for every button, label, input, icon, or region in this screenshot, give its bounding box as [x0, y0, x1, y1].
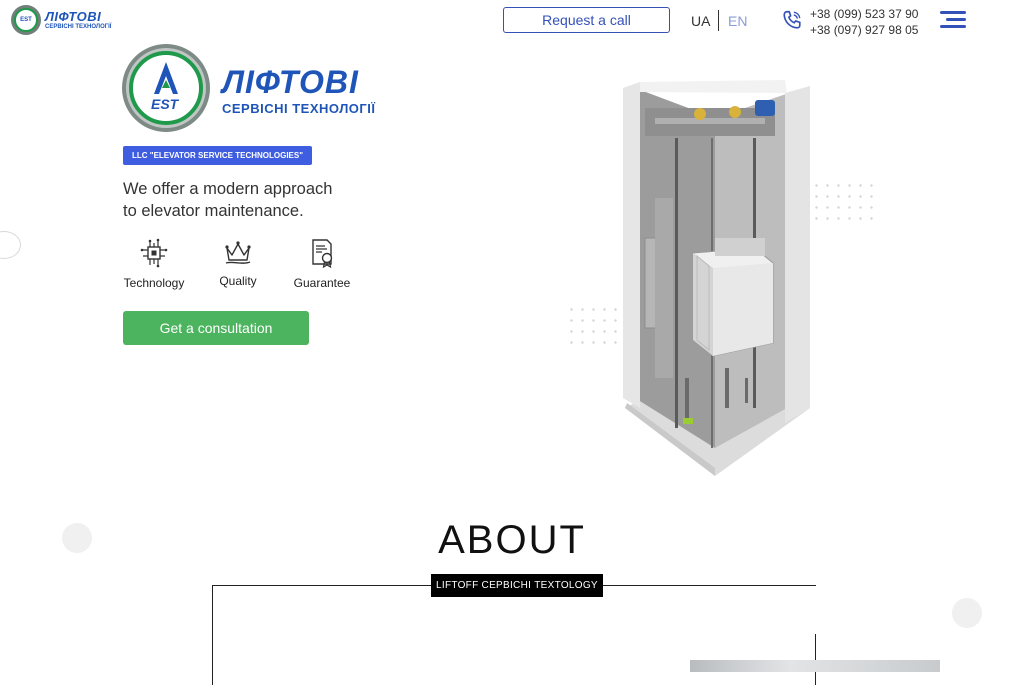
request-call-button[interactable]: Request a call [503, 7, 670, 33]
certificate-icon [312, 239, 333, 268]
lang-en-link[interactable]: EN [728, 13, 747, 29]
feature-quality: Quality [198, 238, 278, 288]
hero-logo-title: ЛІФТОВІ [222, 64, 359, 100]
crown-icon [225, 241, 251, 264]
decorative-circle [0, 231, 21, 259]
about-photo [690, 660, 940, 672]
hamburger-icon[interactable] [940, 11, 966, 28]
phone-numbers: +38 (099) 523 37 90 +38 (097) 927 98 05 [810, 6, 918, 38]
feature-label: Guarantee [293, 276, 351, 290]
lang-ua-link[interactable]: UA [691, 13, 710, 29]
feature-guarantee: Guarantee [282, 238, 362, 290]
header-logo[interactable]: EST ЛІФТОВІ СЕРВІСНІ ТЕХНОЛОГІЇ [11, 4, 115, 36]
header-logo-title: ЛІФТОВІ [45, 9, 102, 24]
feature-label: Technology [123, 276, 185, 290]
feature-label: Quality [219, 274, 257, 288]
hero-tagline: We offer a modern approach to elevator m… [123, 180, 333, 220]
chip-icon [140, 238, 168, 268]
get-consultation-button[interactable]: Get a consultation [123, 311, 309, 345]
hero-logo-subtitle: СЕРВІСНІ ТЕХНОЛОГІЇ [222, 101, 376, 116]
elevator-shaft-illustration [623, 80, 810, 476]
phone-number-2[interactable]: +38 (097) 927 98 05 [810, 22, 918, 38]
phone-icon [783, 10, 801, 29]
about-title: ABOUT [438, 518, 586, 562]
header-logo-subtitle: СЕРВІСНІ ТЕХНОЛОГІЇ [45, 24, 112, 30]
logo-emblem-icon: EST [11, 5, 41, 35]
hero-logo: EST ЛІФТОВІ СЕРВІСНІ ТЕХНОЛОГІЇ [122, 44, 412, 134]
decorative-circle [952, 598, 982, 628]
feature-technology: Technology [114, 238, 194, 290]
company-badge: LLC "ELEVATOR SERVICE TECHNOLOGIES" [123, 146, 313, 165]
lang-divider [718, 10, 719, 31]
phone-number-1[interactable]: +38 (099) 523 37 90 [810, 6, 918, 22]
about-label: LIFTOFF СЕРВІСНІ TEXTOLOGY [431, 574, 603, 597]
